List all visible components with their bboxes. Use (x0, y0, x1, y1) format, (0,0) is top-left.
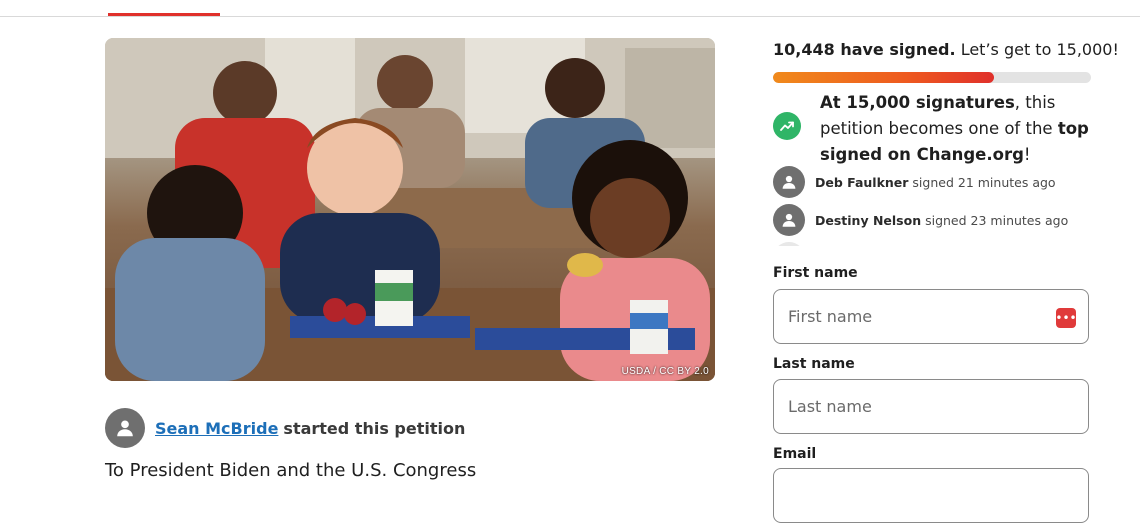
petition-opening-text: To President Biden and the U.S. Congress (105, 460, 477, 481)
last-name-field[interactable] (773, 379, 1089, 434)
milestone-text-2: ! (1023, 145, 1031, 164)
recent-signer-item: Deb Faulkner signed 21 minutes ago (773, 166, 1056, 198)
last-name-input[interactable] (774, 380, 1038, 433)
user-icon (117, 420, 133, 437)
signer-line: Deb Faulkner signed 21 minutes ago (815, 175, 1056, 190)
author-avatar (105, 408, 145, 448)
active-tab-indicator (108, 13, 220, 16)
recent-signer-item: Destiny Nelson signed 23 minutes ago (773, 204, 1068, 236)
last-name-label: Last name (773, 356, 855, 372)
author-started-text: started this petition (283, 418, 466, 438)
signature-count: 10,448 have signed. Let’s get to 15,000! (773, 40, 1119, 59)
user-icon (782, 213, 796, 227)
signer-avatar (773, 166, 805, 198)
signature-progress-bar (773, 72, 1091, 83)
petition-author: Sean McBride started this petition (105, 408, 465, 448)
petition-hero-image: USDA / CC BY 2.0 (105, 38, 715, 381)
email-field[interactable] (773, 468, 1089, 523)
cafeteria-photo (105, 38, 715, 381)
first-name-label: First name (773, 265, 858, 281)
trending-up-icon (773, 112, 801, 140)
signer-name: Destiny Nelson (815, 212, 922, 228)
signature-goal-text: Let’s get to 15,000! (960, 40, 1119, 59)
user-icon (782, 175, 796, 189)
signer-action: signed 23 minutes ago (925, 212, 1069, 228)
password-manager-icon[interactable]: ••• (1055, 308, 1077, 328)
signer-line: Destiny Nelson signed 23 minutes ago (815, 213, 1068, 228)
email-label: Email (773, 446, 817, 462)
signer-name: Deb Faulkner (815, 174, 909, 190)
first-name-input[interactable] (774, 290, 1038, 343)
author-name-link[interactable]: Sean McBride (155, 419, 278, 438)
signature-progress-fill (773, 72, 995, 83)
first-name-field[interactable]: ••• (773, 289, 1089, 344)
recent-signers-list: Deb Faulkner signed 21 minutes ago Desti… (773, 166, 1091, 246)
signature-count-bold: 10,448 have signed. (773, 40, 956, 59)
milestone-bold-1: At 15,000 signatures (820, 93, 1015, 112)
image-credit: USDA / CC BY 2.0 (621, 366, 709, 377)
signer-action: signed 21 minutes ago (912, 174, 1056, 190)
signer-avatar-faded (773, 242, 805, 246)
milestone-text: At 15,000 signatures, this petition beco… (820, 90, 1095, 168)
signer-avatar (773, 204, 805, 236)
top-nav (0, 0, 1140, 17)
